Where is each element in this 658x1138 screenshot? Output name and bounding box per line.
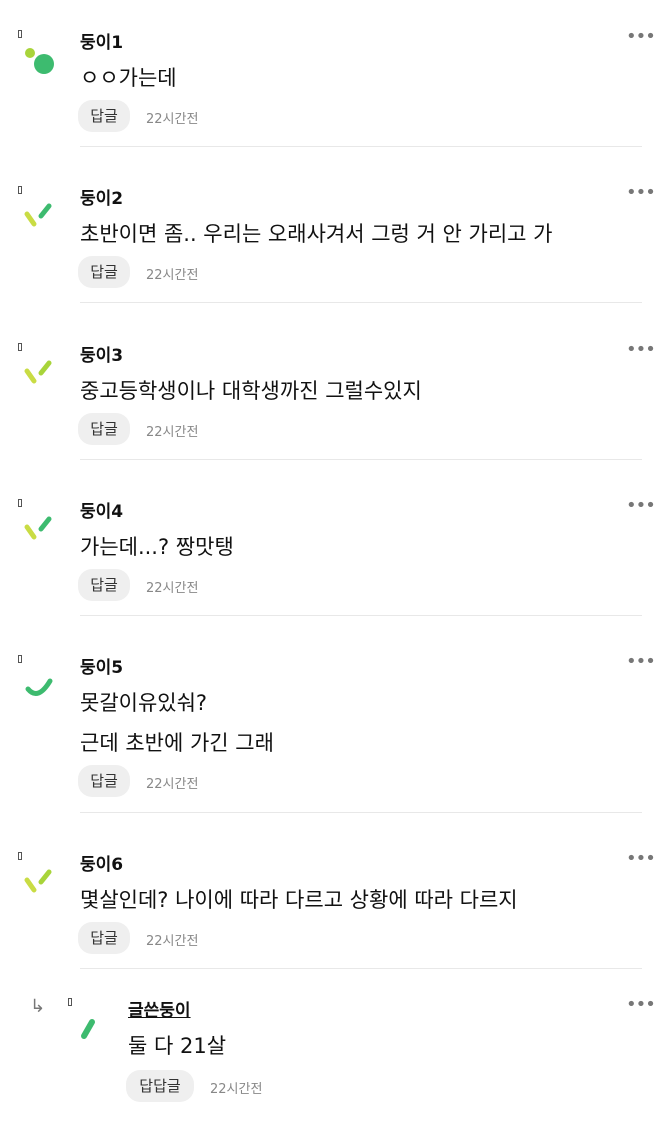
reply-button[interactable]: 답글 [78,922,130,954]
comment-author[interactable]: 둥이4 [80,497,123,522]
comment-text: 가는데...? 짱맛탱 [80,535,234,559]
comment-marker [68,998,72,1006]
comment-item: 둥이3 ••• 중고등학생이나 대학생까진 그럴수있지 답글 22시간전 [0,339,658,499]
reply-button[interactable]: 답글 [78,569,130,601]
comment-item: 둥이6 ••• 몇살인데? 나이에 따라 다르고 상황에 따라 다르지 답글 2… [0,848,658,1008]
comment-author[interactable]: 둥이1 [80,28,123,53]
reply-button[interactable]: 답답글 [126,1070,194,1102]
comment-time: 22시간전 [146,777,199,792]
reply-text: 둘 다 21살 [128,1034,227,1058]
avatar-icon [24,869,52,893]
comment-marker [18,343,22,351]
reply-time: 22시간전 [210,1082,263,1097]
reply-author[interactable]: 글쓴둥이 [128,996,191,1021]
comment-marker [18,655,22,663]
comment-marker [18,852,22,860]
comment-item: 둥이4 ••• 가는데...? 짱맛탱 답글 22시간전 [0,495,658,655]
avatar-icon [24,203,52,227]
avatar-icon [25,48,54,74]
divider [80,615,642,616]
comment-time: 22시간전 [146,112,199,127]
reply-item: ↳ 글쓴둥이 ••• 둘 다 21살 답답글 22시간전 [0,994,658,1138]
reply-button[interactable]: 답글 [78,765,130,797]
more-options-icon[interactable]: ••• [626,339,656,360]
divider [80,146,642,147]
comment-item: 둥이5 ••• 못갈이유있숴? 근데 초반에 가긴 그래 답글 22시간전 [0,651,658,845]
comment-marker [18,186,22,194]
comment-text: 몇살인데? 나이에 따라 다르고 상황에 따라 다르지 [80,888,518,912]
reply-arrow-icon: ↳ [30,996,46,1017]
reply-button[interactable]: 답글 [78,413,130,445]
comment-text: ㅇㅇ가는데 [80,66,177,90]
comment-time: 22시간전 [146,425,199,440]
more-options-icon[interactable]: ••• [626,994,656,1015]
comment-marker [18,499,22,507]
avatar-icon [81,1019,95,1039]
divider [80,812,642,813]
comment-time: 22시간전 [146,581,199,596]
more-options-icon[interactable]: ••• [626,182,656,203]
divider [80,302,642,303]
comment-item: 둥이1 ••• ㅇㅇ가는데 답글 22시간전 [0,26,658,186]
comment-text: 초반이면 좀.. 우리는 오래사겨서 그렁 거 안 가리고 가 [80,222,553,246]
comment-item: 둥이2 ••• 초반이면 좀.. 우리는 오래사겨서 그렁 거 안 가리고 가 … [0,182,658,342]
divider [80,459,642,460]
more-options-icon[interactable]: ••• [626,495,656,516]
comment-text: 못갈이유있숴? [80,691,208,715]
avatar-icon [25,678,53,696]
more-options-icon[interactable]: ••• [626,651,656,672]
avatar-icon [24,516,52,540]
comment-author[interactable]: 둥이5 [80,653,123,678]
reply-button[interactable]: 답글 [78,256,130,288]
divider [80,968,642,969]
reply-button[interactable]: 답글 [78,100,130,132]
comment-author[interactable]: 둥이2 [80,184,123,209]
comment-time: 22시간전 [146,934,199,949]
comment-text-line-2: 근데 초반에 가긴 그래 [80,731,274,755]
avatar-icon [24,360,52,384]
comment-time: 22시간전 [146,268,199,283]
comment-text: 중고등학생이나 대학생까진 그럴수있지 [80,379,422,403]
more-options-icon[interactable]: ••• [626,26,656,47]
comment-marker [18,30,22,38]
comment-author[interactable]: 둥이6 [80,850,123,875]
comment-author[interactable]: 둥이3 [80,341,123,366]
more-options-icon[interactable]: ••• [626,848,656,869]
